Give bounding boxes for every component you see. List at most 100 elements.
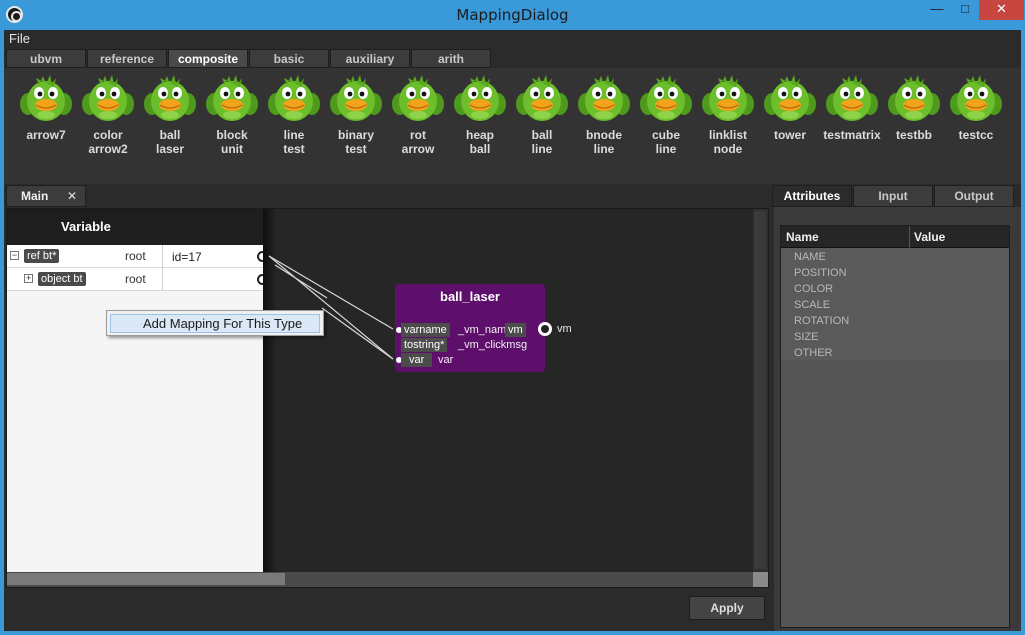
bird-icon — [82, 75, 134, 121]
component-palette: arrow7 color arrow2 ball laser block unit line t… — [4, 68, 1021, 184]
node-title: ball_laser — [440, 289, 500, 304]
attribute-row-position[interactable]: POSITION — [794, 267, 847, 279]
label-line: color — [93, 128, 123, 142]
attribute-row-other[interactable]: OTHER — [794, 347, 833, 359]
tab-composite[interactable]: composite — [168, 49, 248, 68]
column-name-header[interactable]: Name — [786, 230, 819, 244]
node-output-label: vm — [557, 323, 572, 335]
palette-item-label: linklist node — [697, 128, 759, 156]
apply-button[interactable]: Apply — [689, 596, 765, 620]
horizontal-scrollbar[interactable] — [7, 572, 768, 587]
attribute-row-color[interactable]: COLOR — [794, 283, 833, 295]
label-line: node — [713, 142, 743, 156]
attribute-row-name[interactable]: NAME — [794, 251, 826, 263]
bird-icon — [702, 75, 754, 121]
tab-ubvm[interactable]: ubvm — [6, 49, 86, 68]
label-line: test — [345, 142, 367, 156]
palette-item[interactable]: ball laser — [139, 68, 201, 156]
tab-main[interactable]: Main ✕ — [6, 185, 86, 207]
palette-item[interactable]: linklist node — [697, 68, 759, 156]
vertical-scrollbar[interactable] — [753, 209, 768, 572]
palette-item[interactable]: line test — [263, 68, 325, 156]
tab-auxiliary[interactable]: auxiliary — [330, 49, 410, 68]
column-value-header[interactable]: Value — [914, 230, 945, 244]
bird-icon — [20, 75, 72, 121]
palette-item[interactable]: testmatrix — [821, 68, 883, 142]
palette-item-label: bnode line — [573, 128, 635, 156]
maximize-button[interactable]: □ — [952, 0, 978, 20]
scroll-thumb[interactable] — [7, 573, 285, 585]
attributes-panel: Name Value NAME POSITION COLOR SCALE ROTATIO… — [774, 207, 1021, 631]
palette-item-label: heap ball — [449, 128, 511, 156]
tab-arith[interactable]: arith — [411, 49, 491, 68]
palette-item-label: cube line — [635, 128, 697, 156]
palette-item[interactable]: heap ball — [449, 68, 511, 156]
palette-item-label: line test — [263, 128, 325, 156]
scroll-thumb[interactable] — [754, 211, 766, 569]
node-output-port[interactable] — [538, 322, 552, 336]
label-line: ball — [531, 128, 553, 142]
attribute-row-scale[interactable]: SCALE — [794, 299, 830, 311]
palette-item-label: color arrow2 — [77, 128, 139, 156]
client-area: File ubvm reference composite basic auxiliar… — [4, 30, 1021, 631]
label-line: cube — [651, 128, 680, 142]
port-type-pill: vm — [505, 323, 526, 337]
menu-file[interactable]: File — [9, 31, 30, 46]
palette-item-label: testcc — [945, 128, 1007, 142]
label-line: arrow — [401, 142, 435, 156]
palette-item[interactable]: color arrow2 — [77, 68, 139, 156]
connection-lines — [268, 255, 394, 360]
bird-icon — [268, 75, 320, 121]
main-tab-bar: Main ✕ — [6, 185, 766, 207]
bird-icon — [392, 75, 444, 121]
palette-item[interactable]: bnode line — [573, 68, 635, 156]
attribute-row-rotation[interactable]: ROTATION — [794, 315, 849, 327]
palette-item[interactable]: testcc — [945, 68, 1007, 142]
palette-item[interactable]: tower — [759, 68, 821, 142]
attributes-header: Name Value — [781, 226, 1009, 248]
palette-item[interactable]: binary test — [325, 68, 387, 156]
tab-input[interactable]: Input — [853, 185, 933, 207]
label-line: line — [593, 142, 615, 156]
minimize-button[interactable]: — — [924, 0, 950, 20]
palette-item-label: arrow7 — [15, 128, 77, 142]
label-line: testmatrix — [823, 128, 881, 142]
mapping-editor: Variable − ref bt* root id=17 + object b… — [6, 208, 769, 588]
tab-output[interactable]: Output — [934, 185, 1014, 207]
label-line: bnode — [586, 128, 622, 142]
bird-icon — [330, 75, 382, 121]
column-separator[interactable] — [909, 226, 910, 248]
label-line: arrow7 — [26, 128, 66, 142]
palette-item-label: tower — [759, 128, 821, 142]
tab-attributes[interactable]: Attributes — [772, 185, 852, 207]
label-line: rot — [410, 128, 426, 142]
add-mapping-menu-item[interactable]: Add Mapping For This Type — [110, 314, 320, 333]
close-button[interactable]: ✕ — [979, 0, 1024, 20]
connection-line — [268, 255, 394, 360]
tab-reference[interactable]: reference — [87, 49, 167, 68]
tab-basic[interactable]: basic — [249, 49, 329, 68]
palette-item[interactable]: testbb — [883, 68, 945, 142]
label-line: testbb — [896, 128, 932, 142]
attribute-row-size[interactable]: SIZE — [794, 331, 818, 343]
connection-line — [274, 264, 328, 299]
palette-item[interactable]: arrow7 — [15, 68, 77, 142]
scroll-corner — [753, 572, 768, 587]
palette-item[interactable]: block unit — [201, 68, 263, 156]
node-ball-laser[interactable]: ball_laser varname _vm_nam vm tostring* … — [395, 284, 572, 372]
palette-item-label: testmatrix — [821, 128, 883, 142]
label-line: line — [531, 142, 553, 156]
attributes-rows: NAME POSITION COLOR SCALE ROTATION SIZE OTHER — [781, 248, 1009, 360]
label-line: heap — [465, 128, 494, 142]
property-tabs: Attributes Input Output — [772, 185, 1021, 207]
label-line: testcc — [958, 128, 994, 142]
palette-item[interactable]: ball line — [511, 68, 573, 156]
connection-line — [321, 307, 394, 360]
label-line: ball — [159, 128, 181, 142]
title-bar[interactable]: MappingDialog — □ ✕ — [0, 0, 1025, 30]
palette-item[interactable]: cube line — [635, 68, 697, 156]
bird-icon — [764, 75, 816, 121]
palette-item[interactable]: rot arrow — [387, 68, 449, 156]
close-icon[interactable]: ✕ — [67, 186, 77, 206]
bird-icon — [826, 75, 878, 121]
